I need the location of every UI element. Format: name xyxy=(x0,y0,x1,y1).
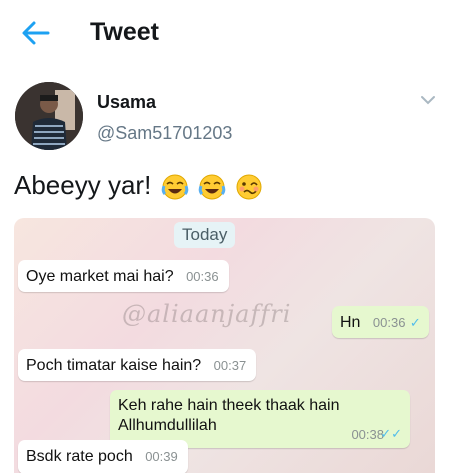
avatar[interactable] xyxy=(15,82,83,150)
message-incoming: Oye market mai hai? 00:36 xyxy=(18,260,229,292)
laughing-emoji-icon xyxy=(161,174,188,200)
message-time: 00:39 xyxy=(145,449,178,464)
message-time: 00:38 xyxy=(351,427,384,442)
message-text: Oye market mai hai? xyxy=(26,268,174,285)
tweet-body: Abeeyy yar! xyxy=(14,170,152,200)
message-time: 00:36 xyxy=(372,315,406,330)
user-handle[interactable]: @Sam51701203 xyxy=(97,123,232,144)
message-time: 00:36 xyxy=(186,269,219,284)
app-header: Tweet xyxy=(0,0,450,62)
message-text: Hn xyxy=(340,314,361,331)
read-receipt-icon: ✓✓ xyxy=(380,426,402,441)
tweet-text: Abeeyy yar! xyxy=(14,170,263,201)
date-label: Today xyxy=(174,222,236,248)
message-text: Keh rahe hain theek thaak hain Allhumdul… xyxy=(118,397,340,434)
woozy-face-emoji-icon xyxy=(236,174,262,200)
message-text: Bsdk rate poch xyxy=(26,448,133,465)
watermark: @aliaanjaffri xyxy=(122,300,292,328)
back-arrow-icon[interactable] xyxy=(20,20,50,46)
message-incoming: Bsdk rate poch 00:39 xyxy=(18,440,188,473)
message-text: Poch timatar kaise hain? xyxy=(26,357,202,374)
user-display-name[interactable]: Usama xyxy=(97,92,156,113)
message-time: 00:37 xyxy=(213,358,247,373)
read-receipt-icon: ✓ xyxy=(409,315,421,330)
message-incoming: Poch timatar kaise hain? 00:37 xyxy=(18,349,257,381)
chevron-down-icon[interactable] xyxy=(420,94,436,106)
chat-screenshot: Today @aliaanjaffri Oye market mai hai? … xyxy=(14,218,435,473)
message-outgoing: Hn 00:36 ✓ xyxy=(332,306,429,338)
page-title: Tweet xyxy=(90,18,159,46)
laughing-emoji-icon xyxy=(198,174,226,200)
